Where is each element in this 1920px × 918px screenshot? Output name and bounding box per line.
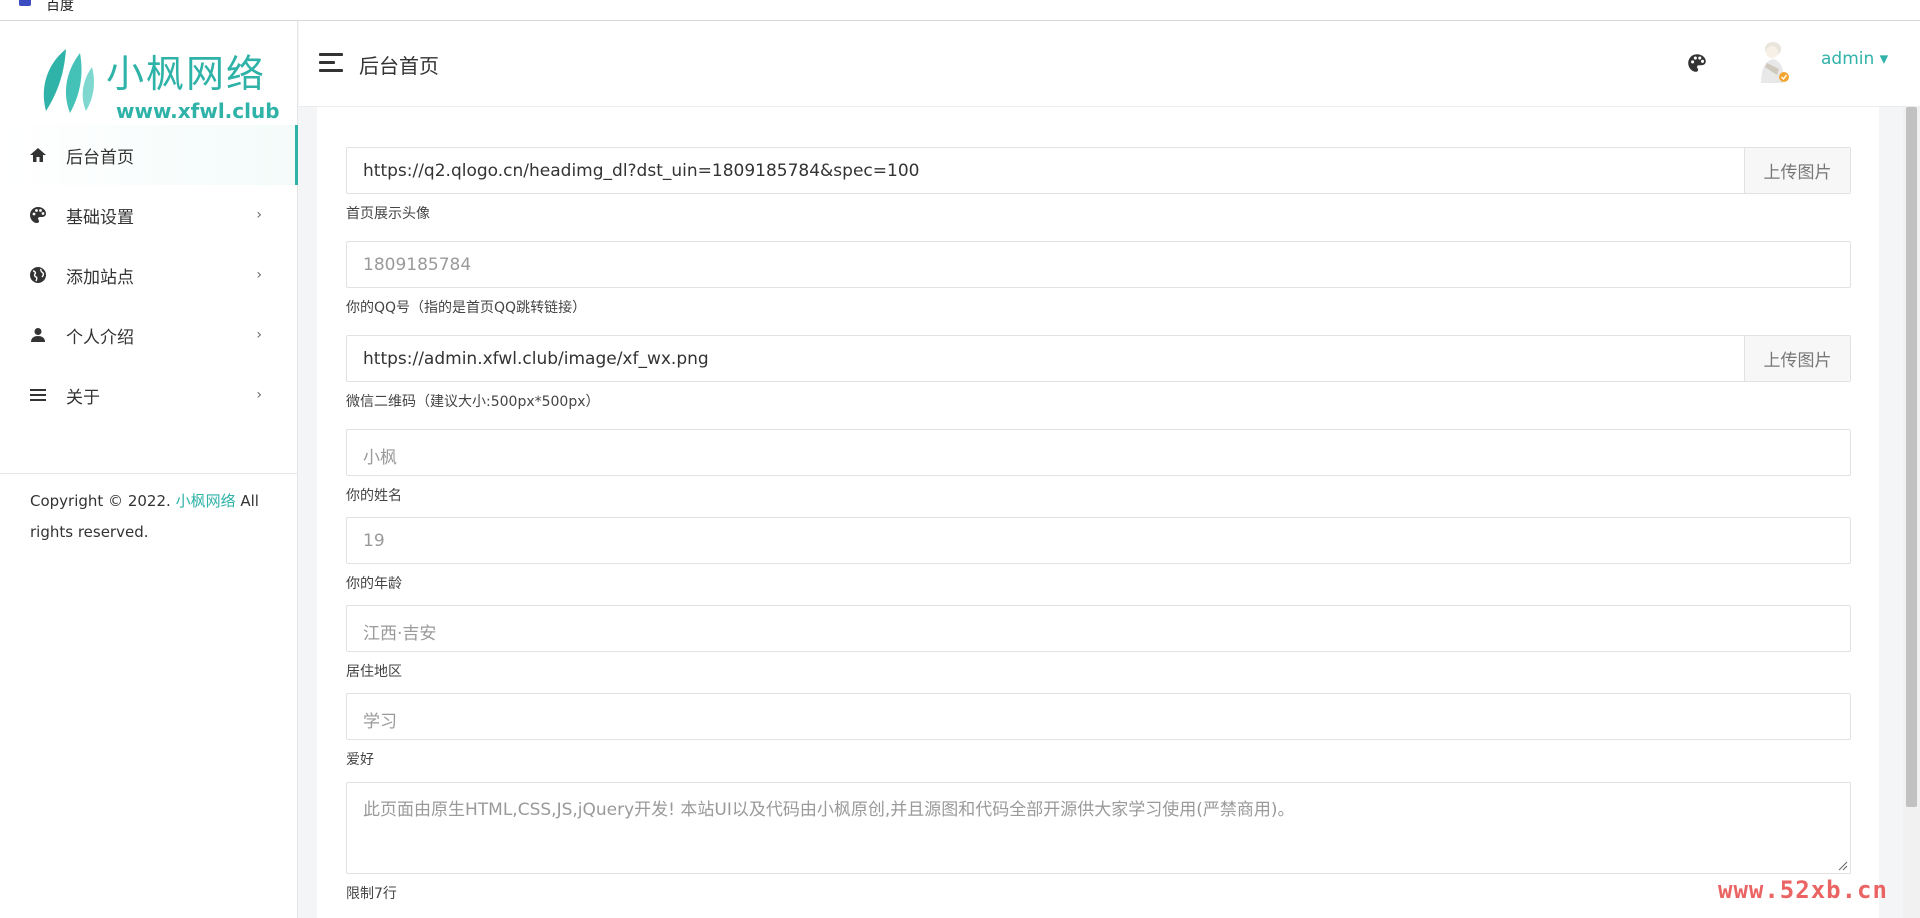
browser-tab-title[interactable]: 百度 bbox=[46, 0, 74, 15]
leaf-logo-icon bbox=[43, 49, 94, 113]
user-menu-dropdown[interactable]: admin ▾ bbox=[1821, 49, 1888, 69]
scrollbar-thumb[interactable] bbox=[1906, 107, 1917, 807]
name-label: 你的姓名 bbox=[346, 488, 402, 504]
list-icon bbox=[30, 389, 46, 401]
hobby-label: 爱好 bbox=[346, 752, 374, 768]
upload-avatar-button[interactable]: 上传图片 bbox=[1744, 148, 1850, 193]
top-header: 后台首页 admin ▾ bbox=[299, 21, 1920, 107]
chevron-right-icon: › bbox=[256, 327, 262, 343]
globe-icon bbox=[30, 267, 46, 283]
hobby-input[interactable]: 学习 bbox=[346, 693, 1851, 740]
sidebar-item-home[interactable]: 后台首页 bbox=[0, 125, 298, 185]
browser-favicon-icon bbox=[19, 0, 31, 6]
name-input[interactable]: 小枫 bbox=[346, 429, 1851, 476]
sidebar-item-basic-settings[interactable]: 基础设置 › bbox=[0, 185, 298, 245]
theme-palette-icon[interactable] bbox=[1686, 52, 1708, 74]
location-label: 居住地区 bbox=[346, 664, 402, 680]
avatar-url-label: 首页展示头像 bbox=[346, 206, 430, 222]
location-placeholder: 江西·吉安 bbox=[363, 624, 437, 644]
intro-textarea[interactable]: 此页面由原生HTML,CSS,JS,jQuery开发! 本站UI以及代码由小枫原… bbox=[346, 782, 1851, 874]
sidebar: 小枫网络 www.xfwl.club 后台首页 基础设置 › 添加站点 › 个人… bbox=[0, 21, 298, 918]
qq-input[interactable]: 1809185784 bbox=[346, 241, 1851, 288]
sidebar-item-label: 关于 bbox=[66, 387, 100, 408]
sidebar-item-add-site[interactable]: 添加站点 › bbox=[0, 245, 298, 305]
hobby-placeholder: 学习 bbox=[363, 712, 397, 732]
location-input[interactable]: 江西·吉安 bbox=[346, 605, 1851, 652]
copyright-prefix: Copyright © 2022. bbox=[30, 492, 171, 510]
home-icon bbox=[30, 148, 46, 162]
sidebar-item-label: 添加站点 bbox=[66, 267, 134, 288]
wechat-qr-label: 微信二维码（建议大小:500px*500px） bbox=[346, 394, 600, 410]
sidebar-item-label: 基础设置 bbox=[66, 207, 134, 228]
logo-url: www.xfwl.club bbox=[116, 99, 280, 123]
intro-label: 限制7行 bbox=[346, 886, 397, 902]
browser-tab-bar: 百度 bbox=[0, 0, 1920, 21]
age-input[interactable]: 19 bbox=[346, 517, 1851, 564]
chevron-right-icon: › bbox=[256, 267, 262, 283]
chevron-right-icon: › bbox=[256, 387, 262, 403]
name-placeholder: 小枫 bbox=[363, 448, 397, 468]
sidebar-nav: 后台首页 基础设置 › 添加站点 › 个人介绍 › 关于 › bbox=[0, 125, 298, 425]
chevron-right-icon: › bbox=[256, 207, 262, 223]
sidebar-item-profile[interactable]: 个人介绍 › bbox=[0, 305, 298, 365]
settings-form: https://q2.qlogo.cn/headimg_dl?dst_uin=1… bbox=[317, 107, 1879, 918]
menu-toggle-icon[interactable] bbox=[319, 53, 343, 73]
avatar[interactable] bbox=[1753, 39, 1793, 85]
avatar-url-value: https://q2.qlogo.cn/headimg_dl?dst_uin=1… bbox=[363, 161, 920, 181]
copyright-brand-link[interactable]: 小枫网络 bbox=[176, 492, 236, 510]
age-placeholder: 19 bbox=[363, 531, 385, 551]
age-label: 你的年龄 bbox=[346, 576, 402, 592]
qq-placeholder: 1809185784 bbox=[363, 255, 472, 275]
page-title: 后台首页 bbox=[359, 54, 439, 78]
person-icon bbox=[31, 328, 45, 342]
logo[interactable]: 小枫网络 www.xfwl.club bbox=[36, 39, 280, 125]
copyright: Copyright © 2022. 小枫网络 All rights reserv… bbox=[30, 486, 270, 548]
page-scrollbar[interactable] bbox=[1903, 107, 1920, 918]
intro-placeholder: 此页面由原生HTML,CSS,JS,jQuery开发! 本站UI以及代码由小枫原… bbox=[363, 800, 1295, 820]
logo-title: 小枫网络 bbox=[106, 52, 267, 96]
wechat-qr-value: https://admin.xfwl.club/image/xf_wx.png bbox=[363, 349, 709, 369]
qq-label: 你的QQ号（指的是首页QQ跳转链接） bbox=[346, 300, 587, 316]
sidebar-item-label: 后台首页 bbox=[66, 147, 134, 168]
resize-handle-icon[interactable] bbox=[1838, 861, 1848, 871]
wechat-qr-input[interactable]: https://admin.xfwl.club/image/xf_wx.png … bbox=[346, 335, 1851, 382]
sidebar-item-about[interactable]: 关于 › bbox=[0, 365, 298, 425]
watermark: www.52xb.cn bbox=[1718, 876, 1888, 904]
palette-icon bbox=[30, 207, 46, 223]
avatar-url-input[interactable]: https://q2.qlogo.cn/headimg_dl?dst_uin=1… bbox=[346, 147, 1851, 194]
upload-wechat-qr-button[interactable]: 上传图片 bbox=[1744, 336, 1850, 381]
sidebar-item-label: 个人介绍 bbox=[66, 327, 134, 348]
sidebar-divider bbox=[0, 473, 298, 474]
